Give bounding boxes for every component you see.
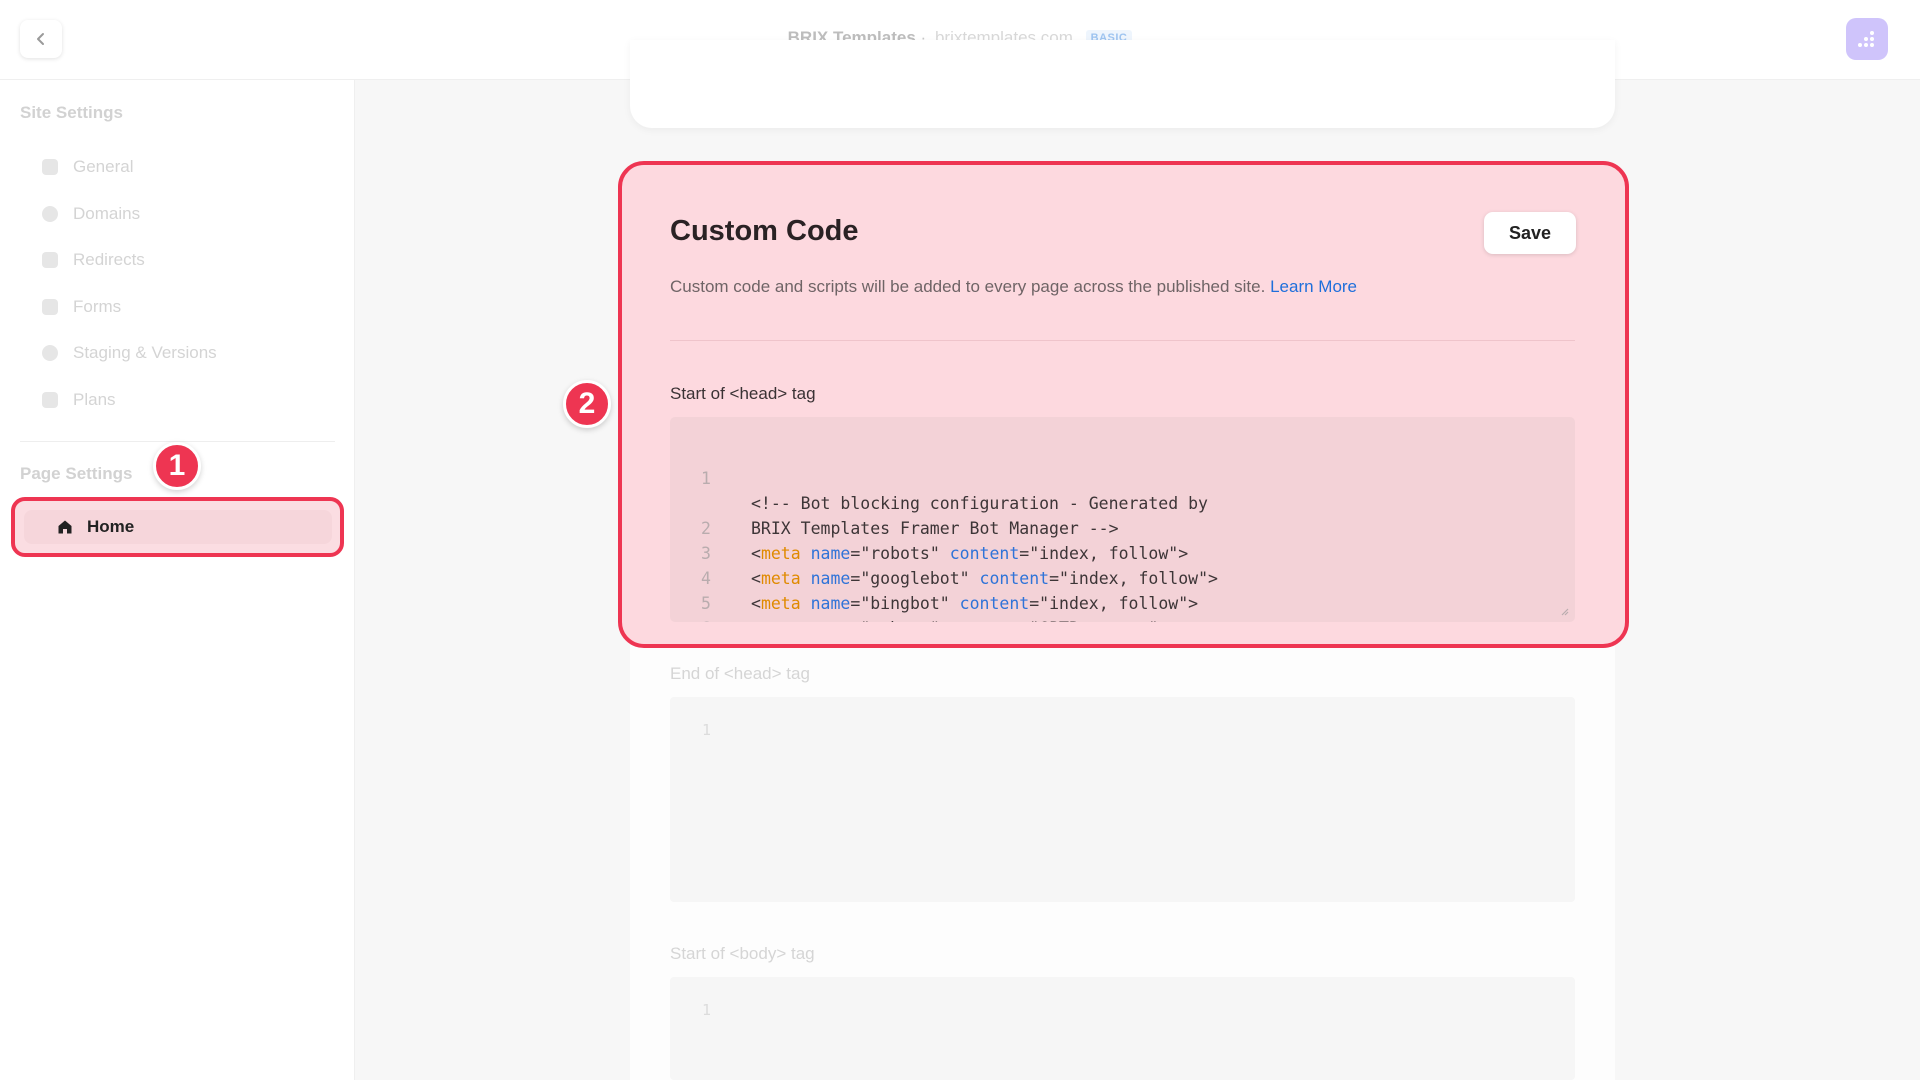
code-line: 3 <meta name="googlebot" content="index,… [670,516,1575,588]
card-icon [42,392,58,408]
sidebar-item-label: Plans [73,390,116,409]
sidebar-item-home[interactable]: Home [24,510,332,544]
sidebar-item-label: Home [87,517,135,536]
body-start-label: Start of <body> tag [670,944,815,963]
learn-more-link[interactable]: Learn More [1270,277,1357,296]
save-button[interactable]: Save [1484,212,1576,254]
clock-icon [42,345,58,361]
resize-handle-icon[interactable] [1559,606,1569,616]
code-line: 5 <meta name="robots" content="GPTBot:no… [670,566,1575,622]
line-number: 1 [702,1001,712,1019]
sidebar-item-label: Staging & Versions [73,343,217,362]
sidebar-item-domains[interactable]: Domains [42,198,140,230]
sidebar-item-plans[interactable]: Plans [42,384,116,416]
code-line: 7 <meta name="robots" [670,616,1575,622]
sidebar-item-label: General [73,157,134,176]
form-icon [42,299,58,315]
sidebar-item-redirects[interactable]: Redirects [42,244,145,276]
sidebar-item-label: Domains [73,204,141,223]
sidebar-item-label: Forms [73,297,122,316]
dots-grid-icon [1858,31,1874,47]
redirect-icon [42,252,58,268]
globe-icon [42,206,58,222]
code-line: 1 <!-- Bot blocking configuration - Gene… [670,441,1575,513]
head-start-code-editor[interactable]: 1 <!-- Bot blocking configuration - Gene… [670,417,1575,622]
sidebar [0,80,355,1080]
code-line: BRIX Templates Framer Bot Manager --> [670,466,1575,538]
code-line: 2 <meta name="robots" content="index, fo… [670,491,1575,563]
gear-icon [42,159,58,175]
line-number: 1 [702,721,712,739]
head-end-label: End of <head> tag [670,664,810,683]
step-marker-1: 1 [153,442,201,490]
sidebar-item-staging[interactable]: Staging & Versions [42,337,217,369]
description-text: Custom code and scripts will be added to… [670,277,1266,296]
page-settings-title: Page Settings [20,464,133,483]
card-title: Custom Code [670,215,859,247]
code-line: 6 <meta name="robots" content="ClaudeBot… [670,591,1575,622]
sidebar-item-forms[interactable]: Forms [42,291,121,323]
sidebar-item-general[interactable]: General [42,151,133,183]
sidebar-item-label: Redirects [73,250,145,269]
card-description: Custom code and scripts will be added to… [670,277,1357,297]
code-line: 4 <meta name="bingbot" content="index, f… [670,541,1575,613]
card-divider [670,340,1575,341]
site-settings-title: Site Settings [20,103,123,122]
home-icon [58,520,72,534]
head-start-label: Start of <head> tag [670,384,816,403]
step-marker-2: 2 [563,380,611,428]
head-end-editor[interactable]: 1 [670,697,1575,902]
app-menu-button[interactable] [1846,18,1888,60]
body-start-editor[interactable]: 1 [670,977,1575,1080]
previous-card [630,40,1615,128]
